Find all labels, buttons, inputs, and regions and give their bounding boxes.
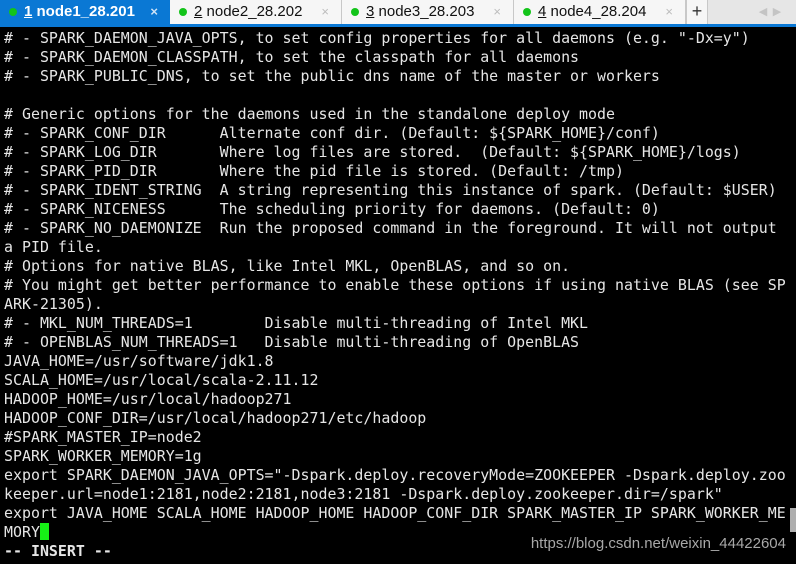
tab-label: node4_28.204 xyxy=(546,3,647,20)
terminal-line: ARK-21305). xyxy=(4,295,786,314)
terminal-line: keeper.url=node1:2181,node2:2181,node3:2… xyxy=(4,485,786,504)
scrollbar-thumb[interactable] xyxy=(790,508,796,532)
tab-label: node2_28.202 xyxy=(202,3,303,20)
terminal-line-text: # - SPARK_PID_DIR Where the pid file is … xyxy=(4,162,624,180)
tab-label: node3_28.203 xyxy=(374,3,475,20)
terminal-line-text: # - SPARK_CONF_DIR Alternate conf dir. (… xyxy=(4,124,660,142)
terminal-line: # - SPARK_IDENT_STRING A string represen… xyxy=(4,181,786,200)
terminal-output[interactable]: # - SPARK_DAEMON_JAVA_OPTS, to set confi… xyxy=(4,29,786,561)
close-tab-icon[interactable]: × xyxy=(150,2,158,22)
terminal-line: SPARK_WORKER_MEMORY=1g xyxy=(4,447,786,466)
terminal-line: # - SPARK_NO_DAEMONIZE Run the proposed … xyxy=(4,219,786,238)
terminal-line-text: # - MKL_NUM_THREADS=1 Disable multi-thre… xyxy=(4,314,589,332)
connected-status-icon xyxy=(351,8,359,16)
close-tab-icon[interactable]: × xyxy=(665,2,673,22)
terminal-line-text: MORY xyxy=(4,523,40,541)
terminal-line-text: # - SPARK_DAEMON_JAVA_OPTS, to set confi… xyxy=(4,29,750,47)
connected-status-icon xyxy=(179,8,187,16)
terminal-line: export SPARK_DAEMON_JAVA_OPTS="-Dspark.d… xyxy=(4,466,786,485)
terminal-line: # - SPARK_CONF_DIR Alternate conf dir. (… xyxy=(4,124,786,143)
tab-node4[interactable]: 4 node4_28.204 × xyxy=(514,0,686,24)
add-tab-button[interactable]: + xyxy=(686,0,708,24)
terminal-line: # - SPARK_PID_DIR Where the pid file is … xyxy=(4,162,786,181)
terminal-line-text: # - SPARK_NO_DAEMONIZE Run the proposed … xyxy=(4,219,777,237)
tab-bar: 1 node1_28.201 × 2 node2_28.202 × 3 node… xyxy=(0,0,796,24)
terminal-line-text: SPARK_WORKER_MEMORY=1g xyxy=(4,447,202,465)
terminal-line: export JAVA_HOME SCALA_HOME HADOOP_HOME … xyxy=(4,504,786,523)
terminal-line-text: HADOOP_CONF_DIR=/usr/local/hadoop271/etc… xyxy=(4,409,427,427)
terminal-line-text: SCALA_HOME=/usr/local/scala-2.11.12 xyxy=(4,371,319,389)
terminal-line: # - SPARK_NICENESS The scheduling priori… xyxy=(4,200,786,219)
close-tab-icon[interactable]: × xyxy=(493,2,501,22)
active-tab-underline xyxy=(0,24,796,27)
tab-node3[interactable]: 3 node3_28.203 × xyxy=(342,0,514,24)
terminal-line: # - SPARK_DAEMON_JAVA_OPTS, to set confi… xyxy=(4,29,786,48)
terminal-line-text: HADOOP_HOME=/usr/local/hadoop271 xyxy=(4,390,292,408)
terminal-line-text: # Generic options for the daemons used i… xyxy=(4,105,615,123)
terminal-line-text: # - SPARK_LOG_DIR Where log files are st… xyxy=(4,143,741,161)
terminal-line: #SPARK_MASTER_IP=node2 xyxy=(4,428,786,447)
terminal-line: # You might get better performance to en… xyxy=(4,276,786,295)
terminal-line-text: # You might get better performance to en… xyxy=(4,276,786,294)
terminal-line: # - SPARK_LOG_DIR Where log files are st… xyxy=(4,143,786,162)
terminal-line-text: #SPARK_MASTER_IP=node2 xyxy=(4,428,202,446)
terminal-line: HADOOP_CONF_DIR=/usr/local/hadoop271/etc… xyxy=(4,409,786,428)
tab-node2[interactable]: 2 node2_28.202 × xyxy=(170,0,342,24)
terminal-line: HADOOP_HOME=/usr/local/hadoop271 xyxy=(4,390,786,409)
terminal-line-text: # - SPARK_DAEMON_CLASSPATH, to set the c… xyxy=(4,48,580,66)
watermark: https://blog.csdn.net/weixin_44422604 xyxy=(530,535,786,552)
terminal-line-text: export SPARK_DAEMON_JAVA_OPTS="-Dspark.d… xyxy=(4,466,786,484)
connected-status-icon xyxy=(9,8,17,16)
text-cursor xyxy=(39,523,49,540)
terminal-line: # - OPENBLAS_NUM_THREADS=1 Disable multi… xyxy=(4,333,786,352)
terminal-line: # - MKL_NUM_THREADS=1 Disable multi-thre… xyxy=(4,314,786,333)
tab-scroll-arrows: ◀ ▶ xyxy=(756,5,796,19)
tab-node1[interactable]: 1 node1_28.201 × xyxy=(0,0,170,24)
terminal-line-text: # Options for native BLAS, like Intel MK… xyxy=(4,257,571,275)
terminal-line-text: ARK-21305). xyxy=(4,295,103,313)
tab-label: node1_28.201 xyxy=(32,3,135,20)
connected-status-icon xyxy=(523,8,531,16)
terminal-line-text: JAVA_HOME=/usr/software/jdk1.8 xyxy=(4,352,274,370)
terminal-line: # - SPARK_PUBLIC_DNS, to set the public … xyxy=(4,67,786,86)
close-tab-icon[interactable]: × xyxy=(321,2,329,22)
terminal-line-text: export JAVA_HOME SCALA_HOME HADOOP_HOME … xyxy=(4,504,786,522)
terminal-line: JAVA_HOME=/usr/software/jdk1.8 xyxy=(4,352,786,371)
scroll-right-icon[interactable]: ▶ xyxy=(770,5,784,18)
terminal-line-text: a PID file. xyxy=(4,238,103,256)
terminal-line: a PID file. xyxy=(4,238,786,257)
terminal-line-text: # - OPENBLAS_NUM_THREADS=1 Disable multi… xyxy=(4,333,580,351)
terminal-line-text: # - SPARK_PUBLIC_DNS, to set the public … xyxy=(4,67,660,85)
terminal-line-text: keeper.url=node1:2181,node2:2181,node3:2… xyxy=(4,485,723,503)
terminal-line-text: # - SPARK_IDENT_STRING A string represen… xyxy=(4,181,777,199)
scroll-left-icon[interactable]: ◀ xyxy=(756,5,770,18)
terminal-line: # - SPARK_DAEMON_CLASSPATH, to set the c… xyxy=(4,48,786,67)
terminal-line-text: # - SPARK_NICENESS The scheduling priori… xyxy=(4,200,660,218)
terminal-line: # Generic options for the daemons used i… xyxy=(4,105,786,124)
terminal-line: SCALA_HOME=/usr/local/scala-2.11.12 xyxy=(4,371,786,390)
terminal-line: # Options for native BLAS, like Intel MK… xyxy=(4,257,786,276)
